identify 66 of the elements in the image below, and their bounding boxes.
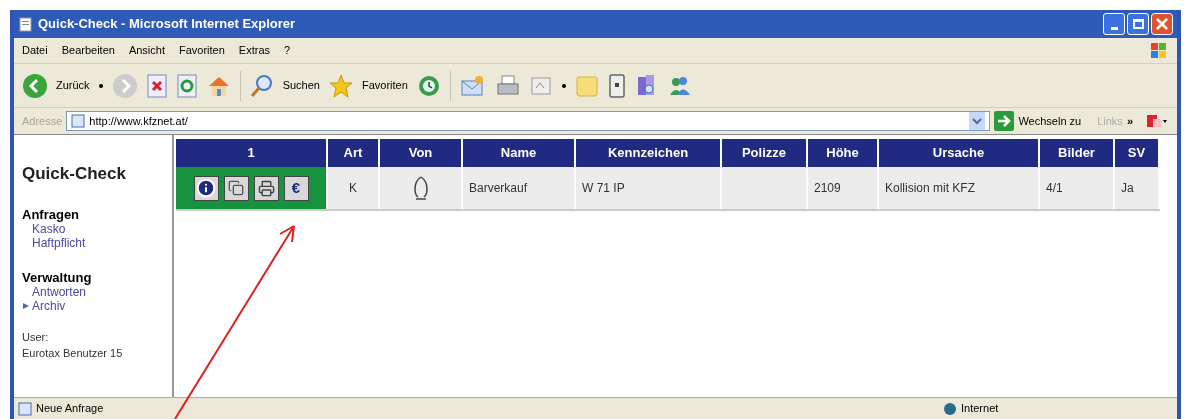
column-header: SV [1115, 139, 1160, 167]
zone-text: Internet [961, 401, 999, 417]
logo-icon [411, 175, 430, 201]
column-header: Bilder [1040, 139, 1115, 167]
maximize-button[interactable] [1127, 13, 1149, 35]
column-header: Name [463, 139, 576, 167]
page-icon [71, 114, 86, 128]
menu-item[interactable]: Ansicht [128, 42, 165, 59]
dropdown-icon[interactable] [97, 82, 104, 89]
sidebar-link[interactable]: Kasko [32, 221, 66, 236]
minimize-button[interactable] [1103, 13, 1125, 35]
table-cell: 4/1 [1040, 167, 1115, 209]
refresh-icon[interactable] [175, 73, 198, 98]
windows-logo-icon [1149, 40, 1169, 61]
sidebar-link[interactable]: Archiv [32, 298, 66, 313]
column-header: Art [328, 139, 380, 167]
euro-button[interactable]: € [283, 175, 309, 201]
menu-item[interactable]: Bearbeiten [61, 42, 115, 59]
column-header: 1 [176, 139, 328, 167]
dropdown-icon[interactable] [560, 82, 567, 89]
sidebar-link[interactable]: Antworten [32, 284, 87, 299]
sidebar-title: Quick-Check [22, 163, 127, 185]
search-label[interactable]: Suchen [282, 77, 320, 94]
window-title: Quick-Check - Microsoft Internet Explorer [38, 15, 296, 34]
table-cell: W 71 IP [576, 167, 722, 209]
go-button[interactable]: Wechseln zu [1018, 112, 1082, 130]
table-cell: Kollision mit KFZ [879, 167, 1040, 209]
more-button[interactable]: » [1126, 112, 1133, 130]
column-header: Polizze [722, 139, 808, 167]
menu-item[interactable]: Datei [22, 42, 48, 59]
table-cell: Ja [1115, 167, 1160, 209]
print-button[interactable] [253, 175, 279, 201]
info-button[interactable] [193, 175, 219, 201]
user-name: Eurotax Benutzer 15 [22, 346, 124, 361]
back-icon[interactable] [22, 72, 48, 99]
column-header: Von [380, 139, 463, 167]
column-header: Höhe [808, 139, 879, 167]
column-header: Kennzeichen [576, 139, 722, 167]
stop-icon[interactable] [145, 73, 168, 98]
table-cell: K [328, 167, 380, 209]
table-cell: 2109 [808, 167, 879, 209]
printer-icon[interactable] [494, 73, 521, 98]
sidebar-link[interactable]: Haftpflicht [32, 235, 86, 250]
back-label[interactable]: Zurück [56, 77, 90, 94]
address-label: Adresse [22, 113, 63, 129]
address-field[interactable]: http://www.kfznet.at/ [66, 111, 991, 131]
column-header: Ursache [879, 139, 1040, 167]
close-icon[interactable] [1151, 13, 1173, 35]
menu-item[interactable]: Favoriten [179, 42, 225, 59]
table-cell: Barverkauf [463, 167, 576, 209]
menu-item[interactable]: ? [284, 42, 291, 59]
go-arrow-icon[interactable] [994, 111, 1015, 131]
page-icon [18, 401, 32, 416]
section-heading: Anfragen [22, 206, 81, 222]
page-icon [18, 16, 34, 32]
search-icon[interactable] [248, 72, 275, 99]
toolbar-icon[interactable] [1145, 112, 1169, 130]
globe-icon [943, 401, 957, 416]
favorites-label[interactable]: Favoriten [361, 77, 408, 94]
copy-button[interactable] [223, 175, 249, 201]
menu-item[interactable]: Extras [238, 42, 271, 59]
device-icon[interactable] [606, 72, 627, 99]
star-icon[interactable] [327, 72, 354, 99]
section-heading: Verwaltung [22, 269, 93, 285]
user-label: User: [22, 329, 50, 345]
status-text: Neue Anfrage [36, 401, 104, 417]
